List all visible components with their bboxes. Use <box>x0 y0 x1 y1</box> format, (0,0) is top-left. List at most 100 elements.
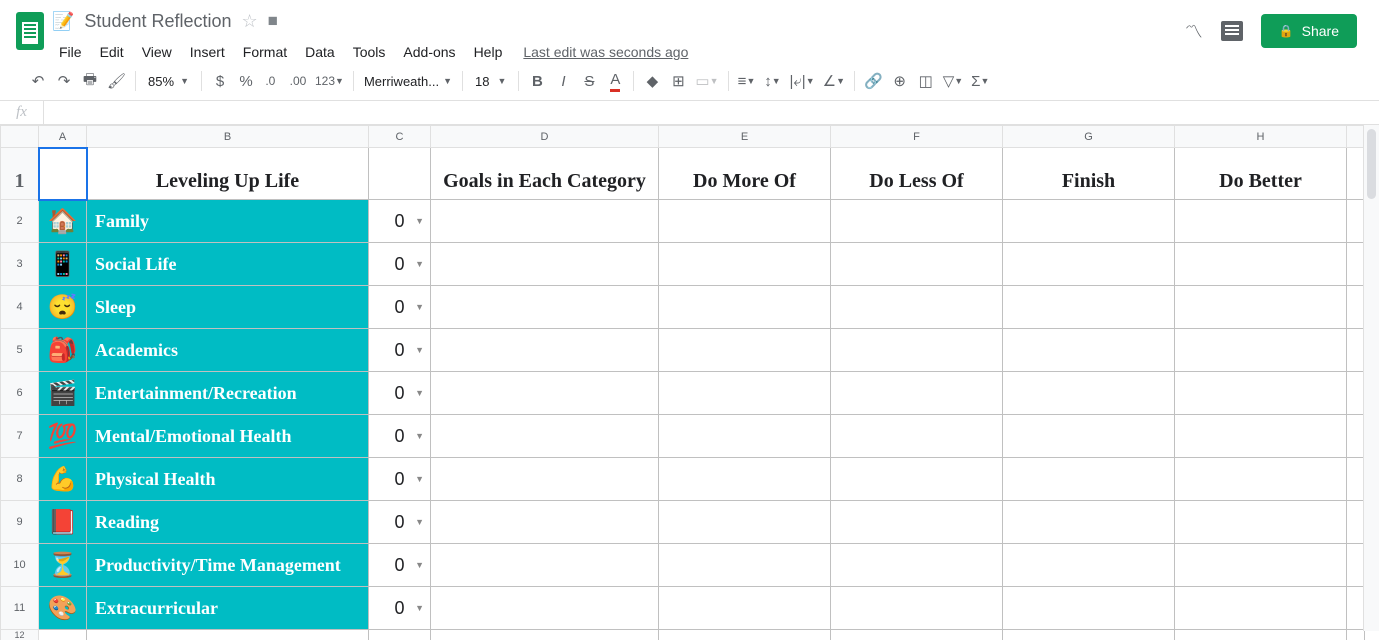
cell-e1[interactable]: Do More Of <box>659 148 831 200</box>
explore-trend-icon[interactable]: 〽 <box>1185 18 1203 44</box>
do-less-cell[interactable] <box>831 501 1003 544</box>
value-cell[interactable]: 0▼ <box>369 544 431 587</box>
goals-cell[interactable] <box>431 544 659 587</box>
row-header-6[interactable]: 6 <box>1 372 39 415</box>
formula-input[interactable] <box>44 101 1379 124</box>
category-label[interactable]: Productivity/Time Management <box>87 544 369 587</box>
cell-a1[interactable] <box>39 148 87 200</box>
blank-cell[interactable] <box>1347 544 1365 587</box>
rotate-button[interactable]: ∠▼ <box>820 68 848 94</box>
move-folder-icon[interactable]: ■ <box>268 11 278 31</box>
category-label[interactable]: Sleep <box>87 286 369 329</box>
cell-h1[interactable]: Do Better <box>1175 148 1347 200</box>
row-8[interactable]: 8💪Physical Health0▼ <box>1 458 1365 501</box>
category-label[interactable]: Family <box>87 200 369 243</box>
do-less-cell[interactable] <box>831 544 1003 587</box>
cell-g1[interactable]: Finish <box>1003 148 1175 200</box>
spreadsheet-grid[interactable]: A B C D E F G H 1 Leveling Up Life Goals… <box>0 125 1365 640</box>
category-icon[interactable]: ⏳ <box>39 544 87 587</box>
blank-cell[interactable] <box>1347 200 1365 243</box>
share-button[interactable]: 🔒 Share <box>1261 14 1357 48</box>
do-less-cell[interactable] <box>831 458 1003 501</box>
blank-cell[interactable] <box>1347 501 1365 544</box>
value-cell[interactable]: 0▼ <box>369 243 431 286</box>
wrap-button[interactable]: |⤶|▼ <box>787 68 818 94</box>
do-better-cell[interactable] <box>1175 587 1347 630</box>
row-header-5[interactable]: 5 <box>1 329 39 372</box>
fill-color-button[interactable]: ◆ <box>640 68 664 94</box>
do-better-cell[interactable] <box>1175 286 1347 329</box>
menu-tools[interactable]: Tools <box>346 40 393 64</box>
row-header-8[interactable]: 8 <box>1 458 39 501</box>
chart-button[interactable]: ◫ <box>914 68 938 94</box>
category-icon[interactable]: 💯 <box>39 415 87 458</box>
col-header-b[interactable]: B <box>87 126 369 148</box>
do-better-cell[interactable] <box>1175 200 1347 243</box>
bold-button[interactable]: B <box>525 68 549 94</box>
percent-button[interactable]: % <box>234 68 258 94</box>
col-header-blank[interactable] <box>1347 126 1365 148</box>
row-header-10[interactable]: 10 <box>1 544 39 587</box>
row-10[interactable]: 10⏳Productivity/Time Management0▼ <box>1 544 1365 587</box>
row-header-4[interactable]: 4 <box>1 286 39 329</box>
col-header-e[interactable]: E <box>659 126 831 148</box>
do-better-cell[interactable] <box>1175 372 1347 415</box>
do-more-cell[interactable] <box>659 544 831 587</box>
row-header-7[interactable]: 7 <box>1 415 39 458</box>
value-cell[interactable]: 0▼ <box>369 329 431 372</box>
blank-cell[interactable] <box>1347 243 1365 286</box>
do-better-cell[interactable] <box>1175 501 1347 544</box>
filter-button[interactable]: ▽▼ <box>940 68 966 94</box>
sheets-logo-icon[interactable] <box>16 12 44 50</box>
row-header-2[interactable]: 2 <box>1 200 39 243</box>
link-button[interactable]: 🔗 <box>861 68 886 94</box>
category-label[interactable]: Extracurricular <box>87 587 369 630</box>
do-more-cell[interactable] <box>659 329 831 372</box>
finish-cell[interactable] <box>1003 544 1175 587</box>
goals-cell[interactable] <box>431 286 659 329</box>
row-6[interactable]: 6🎬Entertainment/Recreation0▼ <box>1 372 1365 415</box>
category-icon[interactable]: 😴 <box>39 286 87 329</box>
menu-data[interactable]: Data <box>298 40 342 64</box>
font-size-select[interactable]: 18▼ <box>469 74 512 89</box>
do-more-cell[interactable] <box>659 286 831 329</box>
menu-view[interactable]: View <box>135 40 179 64</box>
dropdown-arrow-icon[interactable]: ▼ <box>415 560 424 570</box>
category-icon[interactable]: 🎨 <box>39 587 87 630</box>
column-headers[interactable]: A B C D E F G H <box>1 126 1365 148</box>
value-cell[interactable]: 0▼ <box>369 286 431 329</box>
italic-button[interactable]: I <box>551 68 575 94</box>
category-icon[interactable]: 💪 <box>39 458 87 501</box>
do-less-cell[interactable] <box>831 200 1003 243</box>
zoom-select[interactable]: 85%▼ <box>142 74 195 89</box>
paint-format-button[interactable]: 🖌 <box>104 68 129 94</box>
do-better-cell[interactable] <box>1175 544 1347 587</box>
category-label[interactable]: Physical Health <box>87 458 369 501</box>
strike-button[interactable]: S <box>577 68 601 94</box>
comment-button[interactable]: ⊕ <box>888 68 912 94</box>
category-icon[interactable]: 📕 <box>39 501 87 544</box>
more-formats-button[interactable]: 123▼ <box>312 68 347 94</box>
finish-cell[interactable] <box>1003 415 1175 458</box>
row-4[interactable]: 4😴Sleep0▼ <box>1 286 1365 329</box>
menu-help[interactable]: Help <box>467 40 510 64</box>
do-more-cell[interactable] <box>659 415 831 458</box>
do-more-cell[interactable] <box>659 501 831 544</box>
goals-cell[interactable] <box>431 415 659 458</box>
do-less-cell[interactable] <box>831 372 1003 415</box>
do-less-cell[interactable] <box>831 329 1003 372</box>
goals-cell[interactable] <box>431 200 659 243</box>
do-more-cell[interactable] <box>659 587 831 630</box>
do-more-cell[interactable] <box>659 458 831 501</box>
do-better-cell[interactable] <box>1175 329 1347 372</box>
goals-cell[interactable] <box>431 329 659 372</box>
col-header-g[interactable]: G <box>1003 126 1175 148</box>
value-cell[interactable]: 0▼ <box>369 372 431 415</box>
col-header-h[interactable]: H <box>1175 126 1347 148</box>
row-9[interactable]: 9📕Reading0▼ <box>1 501 1365 544</box>
cell-i1[interactable] <box>1347 148 1365 200</box>
category-icon[interactable]: 🏠 <box>39 200 87 243</box>
category-label[interactable]: Social Life <box>87 243 369 286</box>
text-color-button[interactable]: A <box>603 68 627 94</box>
menu-addons[interactable]: Add-ons <box>396 40 462 64</box>
